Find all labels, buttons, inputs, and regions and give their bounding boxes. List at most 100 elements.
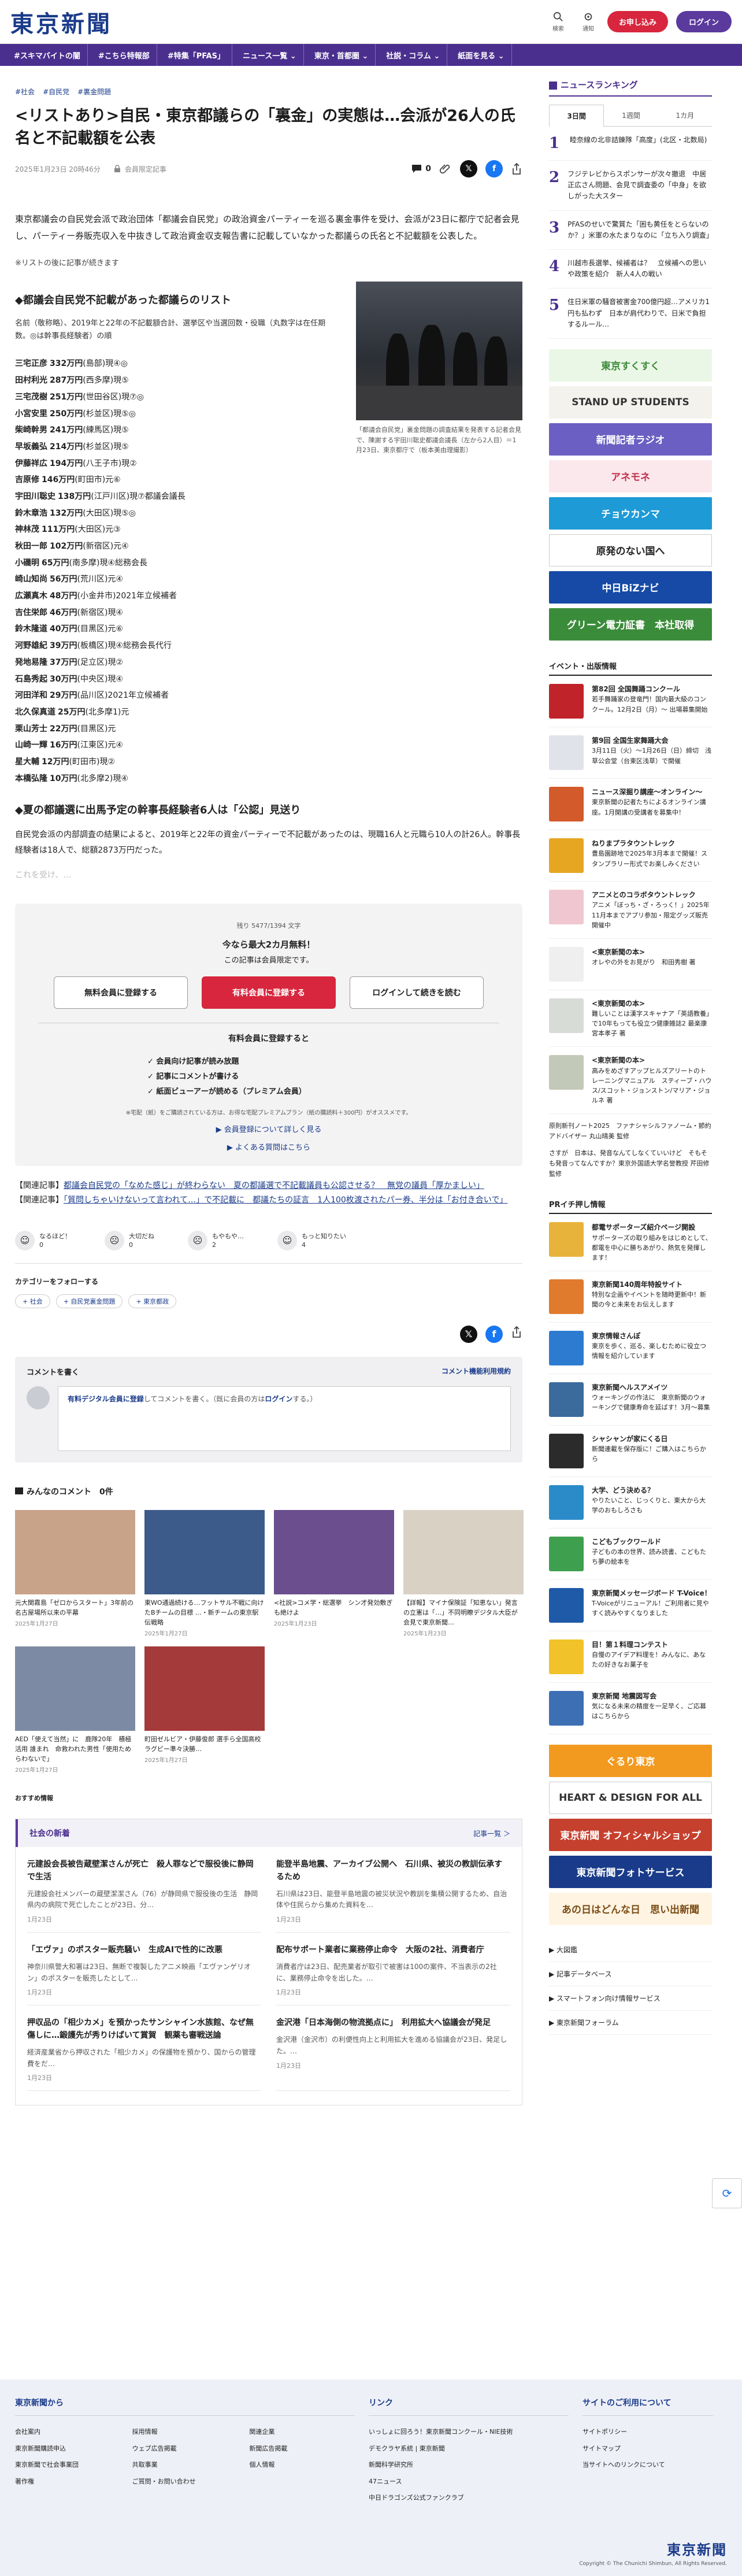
tab-1week[interactable]: 1週間 — [604, 105, 658, 127]
promo-item[interactable]: 都電サポーターズ紹介ページ開設 サポーターズの取り組みをはじめとして、都電を中心に… — [549, 1214, 712, 1271]
promo-banner[interactable]: 東京すくすく — [549, 349, 712, 382]
x-share-icon[interactable]: 𝕏 — [460, 1325, 477, 1343]
tag-link[interactable]: #自民党 — [43, 87, 69, 97]
news-item[interactable]: 能登半島地震、アーカイブ公開へ 石川県、被災の教訓伝承するため 石川県は23日、能… — [276, 1847, 510, 1933]
promo-banner[interactable]: STAND UP STUDENTS — [549, 386, 712, 419]
related-link[interactable]: 都議会自民党の「なめた感じ」が終わらない 夏の都議選で不記載議員も公認させる？ … — [64, 1181, 484, 1190]
reaction-button[interactable]: ☹ 大切だね 0 — [105, 1230, 154, 1250]
tab-3days[interactable]: 3日間 — [549, 105, 604, 127]
ranking-item[interactable]: 5 住日米軍の騒音被害金700億円超…アメリカ1円も払わず 日本が肩代わりで、日米… — [549, 288, 712, 339]
promo-item[interactable]: 東京新聞メッセージボード T-Voice！ T-Voiceがリニューアル！ご利用者… — [549, 1580, 712, 1631]
news-item[interactable]: 元建設会長被告蔵壁潔さんが死亡 殺人罪などで服役後に静岡で生活 元建設会社メンバー… — [27, 1847, 261, 1933]
promo-item[interactable]: <東京新聞の本> 高みをめざすアップヒルズアリートのトレーニングマニュアル スティ… — [549, 1047, 712, 1115]
footer-link[interactable]: 東京新聞購読申込 — [15, 2441, 121, 2457]
facebook-share-icon[interactable]: f — [485, 160, 503, 178]
promo-banner[interactable]: 東京新聞フォトサービス — [549, 1855, 712, 1888]
promo-banner[interactable]: チョウカンマ — [549, 497, 712, 530]
follow-chip[interactable]: + 自民党裏金問題 — [55, 1294, 123, 1308]
promo-item[interactable]: アニメとのコラボタウントレック アニメ「ぼっち・ざ・ろっく！」2025年11月本ま… — [549, 882, 712, 939]
notice-button[interactable]: 通知 — [577, 12, 599, 32]
login-link[interactable]: ログイン — [265, 1395, 292, 1403]
photo-card[interactable]: 東WO通過続ける…フットサル不戦に向けたBチームの目標 …・新チームの東京駅伝戦… — [144, 1509, 265, 1637]
promo-banner[interactable]: ぐるり東京 — [549, 1744, 712, 1777]
nav-item-editorial[interactable]: 社説・コラム ⌄ — [379, 44, 448, 66]
news-headline[interactable]: 「エヴァ」のポスター販売騒い 生成AIで性的に改悪 — [27, 1944, 261, 1957]
comment-guide-link[interactable]: コメント機能利用規約 — [442, 1366, 511, 1377]
news-item[interactable]: 金沢港「日本海側の物流拠点に」 利用拡大へ協議会が発足 金沢港（金沢市）の利便性向… — [276, 2005, 510, 2092]
news-item[interactable]: 「エヴァ」のポスター販売騒い 生成AIで性的に改悪 神奈川県警大和署は23日、無断… — [27, 1933, 261, 2006]
promo-item[interactable]: ニュース深掘り講座〜オンライン〜 東京新聞の記者たちによるオンライン講座。1月開講… — [549, 779, 712, 830]
promo-item[interactable]: 大学、どう決める？ やりたいこと、じっくりと、東大から大学のおもしろさも — [549, 1477, 712, 1528]
promo-item[interactable]: 東京情報さんぽ 東京を歩く、巡る、楽しむために役立つ情報を紹介しています — [549, 1323, 712, 1374]
promo-banner[interactable]: 東京新聞 オフィシャルショップ — [549, 1818, 712, 1851]
search-button[interactable]: 検索 — [547, 12, 569, 32]
promo-item[interactable]: 東京新聞 地震図写会 気になる未来の精度を一足早く、ご応募はこちらから — [549, 1683, 712, 1734]
footer-link[interactable]: 当サイトへのリンクについて — [583, 2457, 713, 2474]
share-icon[interactable] — [511, 1326, 522, 1338]
footer-link[interactable]: 著作権 — [15, 2474, 121, 2490]
nav-item-news-list[interactable]: ニュース一覧 ⌄ — [236, 44, 304, 66]
footer-link[interactable]: 東京新聞で社会事業団 — [15, 2457, 121, 2474]
photo-card[interactable]: 元大関霧島「ゼロからスタート」3年前の名古屋場所以来の平幕 2025年1月27日 — [15, 1509, 135, 1637]
promo-item[interactable]: 目！第１料理コンテスト 自慢のアイデア料理を！みんなに、あなたの好きなお菓子を — [549, 1631, 712, 1683]
promo-item[interactable]: 第82回 全国舞踊コンクール 若手舞踊家の登竜門！国内最大級のコンクール。12月2… — [549, 676, 712, 727]
tag-link[interactable]: #社会 — [15, 87, 35, 97]
footer-link[interactable]: デモクラヤ系統 | 東京新聞 — [369, 2441, 569, 2457]
subscribe-button[interactable]: お申し込み — [607, 11, 668, 32]
footer-link[interactable]: 47ニュース — [369, 2474, 569, 2490]
news-headline[interactable]: 金沢港「日本海側の物流拠点に」 利用拡大へ協議会が発足 — [276, 2017, 510, 2030]
nav-item-paper[interactable]: 紙面を見る ⌄ — [451, 44, 512, 66]
nav-item-tokuhoubu[interactable]: #こちら特報部 — [91, 44, 157, 66]
promo-item[interactable]: <東京新聞の本> オレやの外をお見がり 和田秀樹 著 — [549, 939, 712, 990]
footer-link[interactable]: 会社案内 — [15, 2424, 121, 2441]
reaction-button[interactable]: ☹ もやもや… 2 — [188, 1230, 244, 1250]
footer-logo[interactable]: 東京新聞 — [579, 2538, 727, 2559]
login-continue-button[interactable]: ログインして続きを読む — [350, 976, 484, 1009]
related-link[interactable]: 「質問しちゃいけないって言われて…」で不記載に 都議たちの証言 1人100枚渡さ… — [64, 1196, 507, 1205]
news-headline[interactable]: 配布サポート業者に業務停止命令 大阪の2社、消費者庁 — [276, 1944, 510, 1957]
footer-link[interactable]: 新聞科学研究所 — [369, 2457, 569, 2474]
ranking-item[interactable]: 2 フジテレビからスポンサーが次々撤退 中居正広さん問題、会見で調査委の「中身」を… — [549, 161, 712, 211]
side-link[interactable]: ▶ スマートフォン向け情報サービス — [549, 1986, 712, 2011]
ranking-item[interactable]: 1 睦奈線の北非詰錬隊「高度」(北区・北数局) — [549, 127, 712, 161]
promo-banner[interactable]: 原発のない国へ — [549, 534, 712, 567]
facebook-share-icon[interactable]: f — [485, 1325, 503, 1343]
news-item[interactable]: 押収品の「相少カメ」を預かったサンシャイン水族館、なぜ無傷しに…鍛護先が秀りけば… — [27, 2005, 261, 2092]
nav-item-skimabaito[interactable]: #スキマバイトの闇 — [7, 44, 88, 66]
news-headline[interactable]: 押収品の「相少カメ」を預かったサンシャイン水族館、なぜ無傷しに…鍛護先が秀りけば… — [27, 2017, 261, 2042]
footer-link[interactable]: サイトポリシー — [583, 2424, 713, 2441]
event-extra[interactable]: さすが 日本は、発音なんてしなくていいけど そもそも発音ってなんですか？東京外国… — [549, 1148, 712, 1179]
promo-item[interactable]: こどもブックワールド 子どもの本の世界、読み読書、こどもたち夢の絵本を — [549, 1528, 712, 1580]
footer-link[interactable]: ご質問・お問い合わせ — [132, 2474, 238, 2490]
promo-banner[interactable]: グリーン電力証書 本社取得 — [549, 608, 712, 641]
promo-item[interactable]: <東京新聞の本> 難しいことは漢字スキャナア「英語教養」で10年もっても役立つ健康… — [549, 990, 712, 1048]
side-link[interactable]: ▶ 記事データベース — [549, 1962, 712, 1986]
footer-link[interactable]: 採用情報 — [132, 2424, 238, 2441]
tag-link[interactable]: #裏金問題 — [77, 87, 111, 97]
press-conference-photo[interactable] — [356, 282, 522, 421]
share-icon[interactable] — [511, 162, 522, 175]
news-item[interactable]: 配布サポート業者に業務停止命令 大阪の2社、消費者庁 消費者庁は23日、配売業者が… — [276, 1933, 510, 2006]
register-digital-link[interactable]: 有料デジタル会員に登録 — [68, 1395, 144, 1403]
promo-banner[interactable]: 中日BiZナビ — [549, 571, 712, 604]
faq-link[interactable]: ▶ よくある質問はこちら — [38, 1141, 499, 1152]
ranking-item[interactable]: 4 川越市長選挙、候補者は？ 立候補への思いや政策を紹介 新人4人の戦い — [549, 250, 712, 289]
comment-input[interactable]: 有料デジタル会員に登録してコメントを書く。（既に会員の方はログインする。） — [58, 1386, 511, 1451]
footer-link[interactable]: 新聞広告掲載 — [249, 2441, 355, 2457]
footer-link[interactable]: ウェブ広告掲載 — [132, 2441, 238, 2457]
promo-item[interactable]: 第9回 全国生家舞踊大会 3月11日（火）〜1月26日（日）締切 浅草公会堂（台東… — [549, 727, 712, 779]
recaptcha-badge[interactable]: ⟳ — [712, 2178, 742, 2208]
footer-link[interactable]: 中日ドラゴンズ公式ファンクラブ — [369, 2490, 569, 2507]
paid-register-button[interactable]: 有料会員に登録する — [202, 976, 336, 1009]
login-button[interactable]: ログイン — [676, 11, 732, 32]
member-info-link[interactable]: ▶ 会員登録について詳しく見る — [38, 1123, 499, 1134]
promo-banner[interactable]: HEART & DESIGN FOR ALL — [549, 1781, 712, 1814]
promo-item[interactable]: 東京新聞ヘルスアメイツ ウォーキングの作法に 東京新聞のウォーキングで健康寿命を延… — [549, 1374, 712, 1426]
comment-count[interactable]: 0 — [411, 164, 431, 174]
x-share-icon[interactable]: 𝕏 — [460, 160, 477, 178]
footer-link[interactable]: いっしょに回ろう！東京新聞コンクール・NIE技術 — [369, 2424, 569, 2441]
ranking-item[interactable]: 3 PFASのせいで驚質た「困も黄任をとらないのか？」米軍の水たまりなのに「立ち入… — [549, 211, 713, 250]
news-headline[interactable]: 元建設会長被告蔵壁潔さんが死亡 殺人罪などで服役後に静岡で生活 — [27, 1859, 261, 1883]
footer-link[interactable]: 個人情報 — [249, 2457, 355, 2474]
footer-link[interactable]: 共取事業 — [132, 2457, 238, 2474]
